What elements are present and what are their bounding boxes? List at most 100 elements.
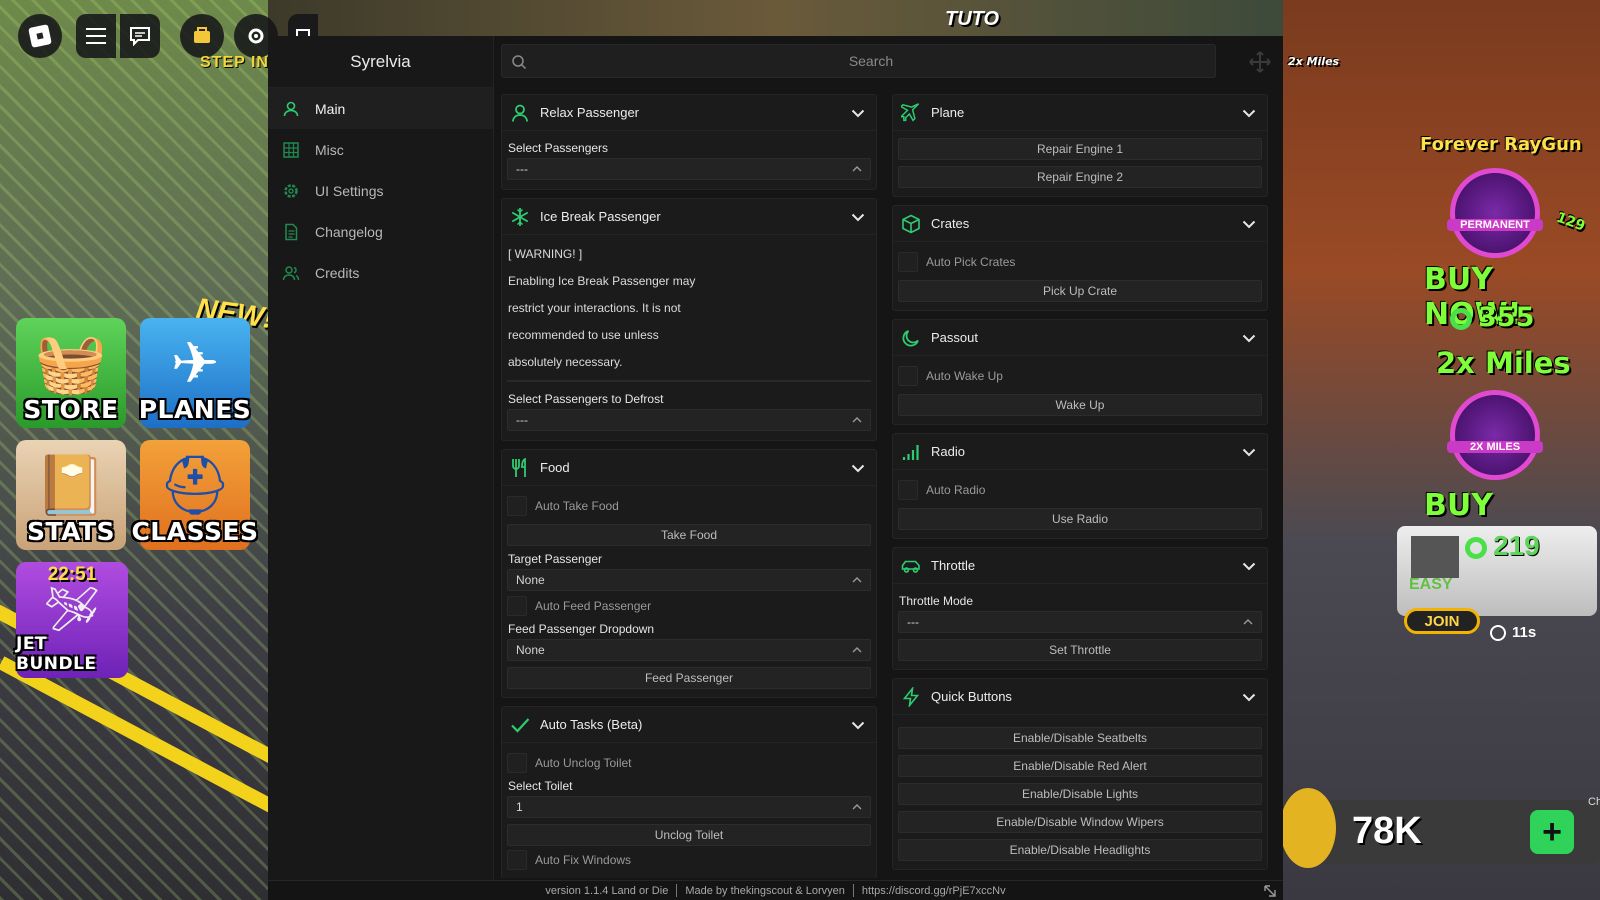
separator <box>676 884 678 897</box>
raygun-product-icon[interactable]: PERMANENT <box>1447 168 1543 258</box>
auto-tasks-header[interactable]: Auto Tasks (Beta) <box>502 707 876 743</box>
sidebar-item-credits[interactable]: Credits <box>268 252 493 293</box>
chevron-down-icon <box>851 464 865 472</box>
ice-break-header[interactable]: Ice Break Passenger <box>502 199 876 235</box>
food-section: Food Auto Take Food Take Food Target Pas… <box>501 449 877 698</box>
dropdown-value: None <box>516 643 545 657</box>
use-radio-button[interactable]: Use Radio <box>898 508 1262 530</box>
quick-buttons-header[interactable]: Quick Buttons <box>893 679 1267 715</box>
auto-wake-up-toggle[interactable]: Auto Wake Up <box>898 364 1262 388</box>
radio-header[interactable]: Radio <box>893 434 1267 470</box>
checkbox[interactable] <box>507 496 527 516</box>
passout-section: Passout Auto Wake Up Wake Up <box>892 319 1268 425</box>
backpack-icon <box>194 27 210 43</box>
toggle-lights-button[interactable]: Enable/Disable Lights <box>898 783 1262 805</box>
section-title: Radio <box>931 444 965 459</box>
chat-button[interactable] <box>120 14 160 58</box>
topbar <box>494 36 1283 88</box>
plane-header[interactable]: Plane <box>893 95 1267 131</box>
section-body: Auto Take Food Take Food Target Passenge… <box>502 486 876 697</box>
stats-tile[interactable]: 📔 STATS <box>16 440 126 550</box>
select-passengers-dropdown[interactable]: --- <box>507 158 871 180</box>
relax-passenger-header[interactable]: Relax Passenger <box>502 95 876 131</box>
move-icon[interactable] <box>1248 50 1272 74</box>
toggle-seatbelts-button[interactable]: Enable/Disable Seatbelts <box>898 727 1262 749</box>
hamburger-icon <box>86 28 106 44</box>
section-body: Select Passengers --- <box>502 131 876 189</box>
jet-bundle-tile[interactable]: 22:51 🛩 JET BUNDLE <box>16 562 128 678</box>
auto-pick-crates-toggle[interactable]: Auto Pick Crates <box>898 250 1262 274</box>
auto-take-food-toggle[interactable]: Auto Take Food <box>507 494 871 518</box>
hamburger-menu-button[interactable] <box>76 14 116 58</box>
checkbox[interactable] <box>507 596 527 616</box>
section-body: Auto Unclog Toilet Select Toilet 1 Unclo… <box>502 743 876 878</box>
section-title: Auto Tasks (Beta) <box>540 717 643 732</box>
throttle-mode-dropdown[interactable]: --- <box>898 611 1262 633</box>
take-food-button[interactable]: Take Food <box>507 524 871 546</box>
add-money-button[interactable]: + <box>1530 810 1574 854</box>
resize-icon[interactable] <box>1263 884 1277 898</box>
airplane-icon: ✈ <box>170 331 220 396</box>
roblox-menu-button[interactable] <box>18 14 62 58</box>
unclog-toilet-button[interactable]: Unclog Toilet <box>507 824 871 846</box>
checkbox[interactable] <box>507 753 527 773</box>
moon-icon <box>902 329 919 346</box>
difficulty-label: EASY <box>1409 576 1453 593</box>
store-tile[interactable]: 🧺 STORE <box>16 318 126 428</box>
target-passenger-dropdown[interactable]: None <box>507 569 871 591</box>
section-title: Ice Break Passenger <box>540 209 661 224</box>
auto-tasks-section: Auto Tasks (Beta) Auto Unclog Toilet Sel… <box>501 706 877 878</box>
throttle-mode-label: Throttle Mode <box>899 594 974 608</box>
wake-up-button[interactable]: Wake Up <box>898 394 1262 416</box>
checkbox[interactable] <box>898 366 918 386</box>
step-in-sign: STEP IN <box>200 54 269 71</box>
document-icon <box>285 223 298 240</box>
auto-radio-toggle[interactable]: Auto Radio <box>898 478 1262 502</box>
classes-label: CLASSES <box>131 517 259 546</box>
throttle-section: Throttle Throttle Mode --- Set Throttle <box>892 547 1268 670</box>
toggle-headlights-button[interactable]: Enable/Disable Headlights <box>898 839 1262 861</box>
sidebar-item-misc[interactable]: Misc <box>268 129 493 170</box>
feed-passenger-button[interactable]: Feed Passenger <box>507 667 871 689</box>
toggle-red-alert-button[interactable]: Enable/Disable Red Alert <box>898 755 1262 777</box>
pilot-cap-icon: ⛑ <box>158 453 232 518</box>
discord-link[interactable]: https://discord.gg/rPjE7xccNv <box>862 885 1006 897</box>
toggle-window-wipers-button[interactable]: Enable/Disable Window Wipers <box>898 811 1262 833</box>
feed-passenger-dropdown[interactable]: None <box>507 639 871 661</box>
search-input[interactable] <box>536 45 1206 77</box>
classes-tile[interactable]: ⛑ CLASSES <box>131 440 258 550</box>
auto-unclog-toggle[interactable]: Auto Unclog Toilet <box>507 751 871 775</box>
quick-buttons-section: Quick Buttons Enable/Disable Seatbelts E… <box>892 678 1268 870</box>
crates-header[interactable]: Crates <box>893 206 1267 242</box>
checkbox[interactable] <box>507 850 527 870</box>
repair-engine-1-button[interactable]: Repair Engine 1 <box>898 138 1262 160</box>
2x-miles-title: 2x Miles <box>1436 346 1571 380</box>
sidebar-item-ui-settings[interactable]: UI Settings <box>268 170 493 211</box>
auto-feed-passenger-toggle[interactable]: Auto Feed Passenger <box>507 594 871 618</box>
toggle-label: Auto Feed Passenger <box>535 599 652 613</box>
pick-up-crate-button[interactable]: Pick Up Crate <box>898 280 1262 302</box>
select-toilet-dropdown[interactable]: 1 <box>507 796 871 818</box>
checkbox[interactable] <box>898 480 918 500</box>
2x-miles-product-icon[interactable]: 2X MILES <box>1447 390 1543 480</box>
food-header[interactable]: Food <box>502 450 876 486</box>
join-button[interactable]: JOIN <box>1404 608 1480 634</box>
defrost-dropdown[interactable]: --- <box>507 409 871 431</box>
auto-fix-windows-toggle[interactable]: Auto Fix Windows <box>507 848 871 872</box>
chevron-down-icon <box>851 721 865 729</box>
planes-tile[interactable]: ✈ PLANES <box>139 318 251 428</box>
checkbox[interactable] <box>898 252 918 272</box>
repair-engine-2-button[interactable]: Repair Engine 2 <box>898 166 1262 188</box>
server-card: 219 EASY <box>1397 526 1597 616</box>
robux-icon <box>1450 307 1472 330</box>
set-throttle-button[interactable]: Set Throttle <box>898 639 1262 661</box>
sidebar-item-changelog[interactable]: Changelog <box>268 211 493 252</box>
chevron-down-icon <box>1242 448 1256 456</box>
sidebar-item-main[interactable]: Main <box>268 88 493 129</box>
passout-header[interactable]: Passout <box>893 320 1267 356</box>
robux-icon <box>1465 536 1487 559</box>
section-title: Passout <box>931 330 978 345</box>
throttle-header[interactable]: Throttle <box>893 548 1267 584</box>
inventory-button[interactable] <box>180 14 224 58</box>
warning-line: restrict your interactions. It is not <box>508 301 681 315</box>
